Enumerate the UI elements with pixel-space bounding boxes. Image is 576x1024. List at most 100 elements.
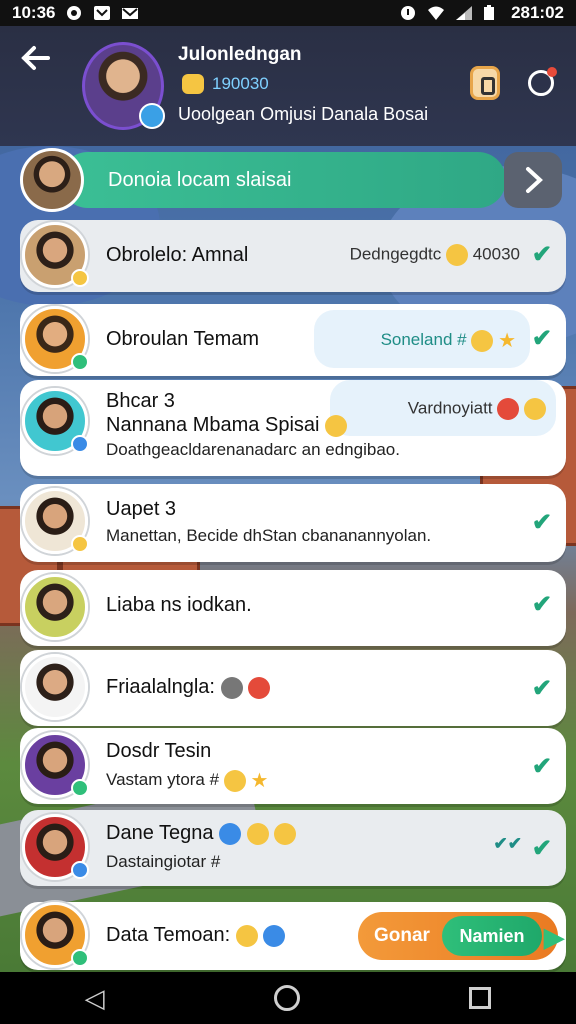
check-icon: ✔ — [531, 591, 552, 618]
system-nav-bar: ◁ — [0, 972, 576, 1024]
status-dot — [71, 435, 89, 453]
nav-home-icon[interactable] — [273, 985, 300, 1011]
avatar — [22, 814, 89, 880]
battery-icon — [483, 5, 501, 21]
status-dot — [71, 779, 89, 797]
nav-recent-icon[interactable] — [469, 987, 492, 1009]
list-item[interactable]: Uapet 3 Manettan, Becide dhStan cbananan… — [20, 484, 566, 562]
grin-emoji-icon — [471, 329, 494, 352]
status-dot — [71, 535, 89, 553]
contact-name: Bhcar 3 — [106, 390, 175, 412]
double-check-icon: ✔✔ — [493, 834, 523, 853]
play-emoji-icon — [263, 924, 286, 947]
kiss-emoji-icon — [235, 924, 258, 947]
user-id: 190030 — [182, 74, 269, 94]
check-icon: ✔ — [531, 509, 552, 536]
status-time-right: 281:02 — [511, 3, 564, 22]
contact-name: Liaba ns iodkan. — [106, 594, 252, 616]
grin-emoji-icon — [246, 822, 269, 845]
contact-name: Dane Tegna — [106, 822, 297, 845]
gift-emoji-icon — [497, 398, 520, 420]
contact-name: Friaalalngla: — [106, 676, 271, 699]
status-dot — [71, 353, 89, 371]
check-icon: ✔ — [531, 675, 552, 702]
mail-icon — [121, 5, 139, 21]
list-item[interactable]: Data Temoan: Gonar Namien ▶ — [20, 902, 566, 970]
wink-emoji-icon — [274, 822, 297, 845]
contact-meta: Vardnoyiatt — [408, 398, 546, 420]
header-status: Uoolgean Omjusi Danala Bosai — [178, 104, 429, 124]
contact-meta: Dedngegdtc 40030 — [350, 244, 520, 266]
search-input[interactable]: Donoia locam slaisai — [60, 152, 506, 208]
cta-left-label: Gonar — [374, 925, 430, 946]
avatar — [20, 148, 84, 212]
avatar — [22, 732, 89, 798]
contact-meta: Soneland # ★ — [380, 329, 516, 352]
list-item[interactable]: Dane Tegna Dastaingiotar # ✔ ✔✔ — [20, 810, 566, 886]
contact-name: Obroulan Temam — [106, 328, 260, 350]
status-dot — [71, 861, 89, 879]
avatar — [22, 574, 88, 640]
grin-emoji-icon — [223, 769, 246, 792]
phone-button[interactable] — [470, 66, 500, 100]
contact-message: Vastam ytora # ★ — [106, 769, 269, 792]
coin-icon — [182, 74, 204, 94]
search-bar: Donoia locam slaisai — [20, 148, 564, 212]
check-icon: ✔ — [531, 753, 552, 780]
chevron-right-icon — [526, 167, 543, 193]
contact-name: Dosdr Tesin — [106, 740, 212, 762]
check-icon: ✔ — [531, 835, 552, 862]
star-icon: ★ — [250, 770, 269, 792]
list-item[interactable]: Liaba ns iodkan. ✔ — [20, 570, 566, 646]
message-icon — [93, 5, 111, 21]
back-arrow-icon — [21, 46, 50, 70]
notification-icon — [65, 5, 83, 21]
chevron-right-icon: ▶ — [544, 922, 564, 952]
status-dot — [71, 949, 89, 967]
avatar — [22, 902, 89, 968]
cta-right-button[interactable]: Namien — [442, 916, 542, 956]
wifi-icon — [427, 5, 445, 21]
list-item[interactable]: Obrolelo: Amnal Dedngegdtc 40030 ✔ — [20, 220, 566, 292]
clock-emoji-icon — [248, 676, 271, 699]
list-item[interactable]: Friaalalngla: ✔ — [20, 650, 566, 726]
user-id-value: 190030 — [212, 74, 269, 93]
contact-message: Dastaingiotar # — [106, 852, 221, 871]
alarm-icon — [399, 5, 417, 21]
list-item[interactable]: Bhcar 3 Nannana Mbama Spisai Doathgeacld… — [20, 380, 566, 476]
list-item[interactable]: Obroulan Temam Soneland # ★ ✔ — [20, 304, 566, 376]
smile-emoji-icon — [445, 244, 468, 266]
chat-header: Julonledngan 190030 Uoolgean Omjusi Dana… — [0, 26, 576, 146]
avatar — [22, 306, 89, 372]
signal-icon — [455, 5, 473, 21]
status-bar: 10:36 281:02 — [0, 0, 576, 26]
contact-name-secondary: Nannana Mbama Spisai — [106, 414, 348, 437]
avatar — [22, 388, 89, 454]
verified-badge-icon — [139, 103, 165, 129]
avatar — [22, 654, 88, 720]
check-icon: ✔ — [531, 241, 552, 268]
back-button[interactable] — [20, 42, 54, 76]
star-icon: ★ — [498, 330, 516, 352]
avatar — [22, 488, 89, 554]
page-title: Julonledngan — [178, 44, 302, 65]
status-dot — [71, 269, 89, 287]
smile-emoji-icon — [325, 414, 348, 437]
contact-name: Uapet 3 — [106, 498, 177, 520]
contact-name: Data Temoan: — [106, 924, 286, 947]
status-time: 10:36 — [12, 3, 56, 22]
cool-emoji-icon — [219, 822, 242, 845]
contact-name: Obrolelo: Amnal — [106, 244, 249, 266]
cta-button[interactable]: Gonar Namien ▶ — [358, 912, 564, 960]
sunglasses-emoji-icon — [220, 676, 243, 699]
list-item[interactable]: Dosdr Tesin Vastam ytora # ★ ✔ — [20, 728, 566, 804]
search-go-button[interactable] — [504, 152, 562, 208]
check-icon: ✔ — [531, 325, 552, 352]
avatar — [22, 222, 89, 288]
notification-button[interactable] — [528, 67, 557, 96]
contact-message: Doathgeacldarenanadarc an edngibao. — [106, 440, 400, 459]
avatar[interactable] — [82, 42, 165, 130]
contact-message: Manettan, Becide dhStan cbananannyolan. — [106, 526, 432, 545]
nav-back-icon[interactable]: ◁ — [85, 983, 105, 1014]
grin-emoji-icon — [524, 398, 546, 420]
